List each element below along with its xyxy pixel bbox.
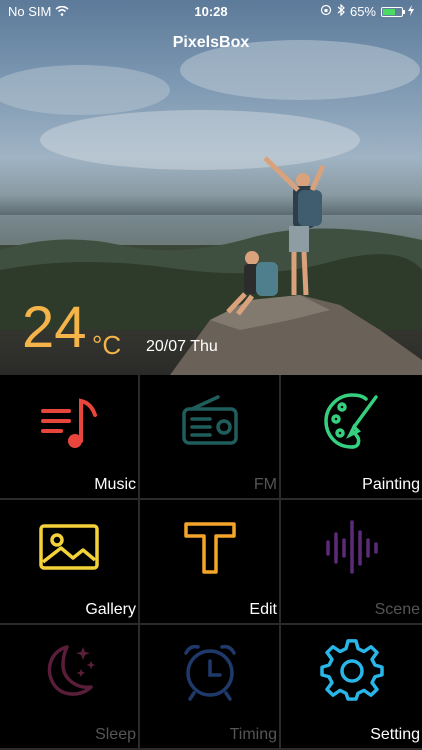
- temperature-unit: °C: [92, 330, 122, 360]
- tile-painting[interactable]: Painting: [281, 375, 422, 500]
- orientation-lock-icon: [320, 4, 332, 19]
- moon-stars-icon: [37, 639, 101, 708]
- tile-fm[interactable]: FM: [140, 375, 281, 500]
- sound-wave-icon: [320, 514, 384, 583]
- charging-icon: [408, 4, 414, 19]
- tile-label: Setting: [370, 726, 420, 743]
- tile-label: Painting: [362, 476, 420, 493]
- palette-brush-icon: [320, 389, 384, 458]
- tile-music[interactable]: Music: [0, 375, 140, 500]
- tile-label: Gallery: [85, 601, 136, 618]
- tile-sleep[interactable]: Sleep: [0, 625, 140, 750]
- radio-icon: [178, 389, 242, 458]
- tile-gallery[interactable]: Gallery: [0, 500, 140, 625]
- tile-label: Music: [94, 476, 136, 493]
- music-note-icon: [37, 389, 101, 458]
- tile-label: Sleep: [95, 726, 136, 743]
- feature-grid: Music FM Painting Gallery Edit Scene Sle…: [0, 375, 422, 750]
- battery-percent: 65%: [349, 4, 376, 19]
- tile-edit[interactable]: Edit: [140, 500, 281, 625]
- tile-setting[interactable]: Setting: [281, 625, 422, 750]
- temperature-value: 24: [22, 295, 87, 360]
- status-bar: No SIM 10:28 65%: [0, 0, 422, 24]
- header-background-photo: No SIM 10:28 65% PixelsBox 24 °C 20/07 T…: [0, 0, 422, 375]
- image-icon: [37, 514, 101, 583]
- alarm-clock-icon: [178, 639, 242, 708]
- tile-label: Edit: [249, 601, 277, 618]
- text-t-icon: [178, 514, 242, 583]
- app-title: PixelsBox: [172, 34, 250, 51]
- tile-label: FM: [253, 476, 277, 493]
- tile-timing[interactable]: Timing: [140, 625, 281, 750]
- gear-icon: [319, 639, 384, 708]
- bluetooth-icon: [337, 3, 345, 19]
- date-label: 20/07 Thu: [146, 338, 218, 355]
- tile-scene[interactable]: Scene: [281, 500, 422, 625]
- tile-label: Timing: [229, 726, 277, 743]
- tile-label: Scene: [374, 601, 420, 618]
- battery-icon: [381, 6, 405, 17]
